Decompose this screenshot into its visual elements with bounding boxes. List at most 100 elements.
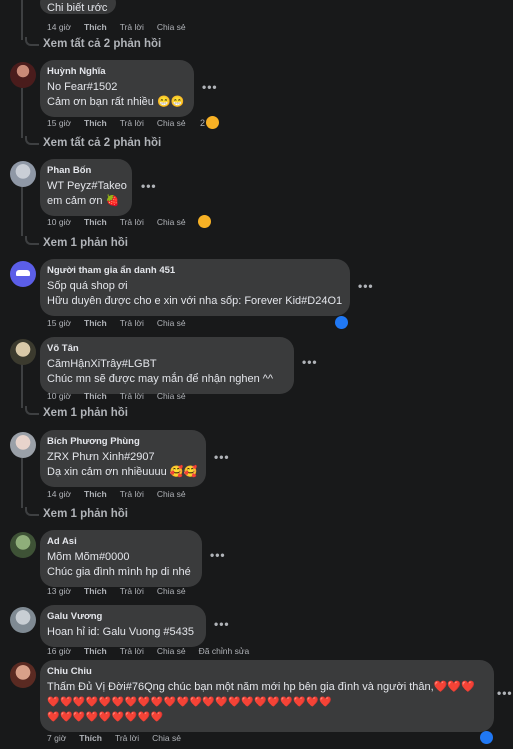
timestamp[interactable]: 7 giờ: [47, 733, 66, 743]
view-replies-link[interactable]: Xem 1 phản hồi: [25, 506, 128, 520]
comment-text: Hữu duyên được cho e xin với nha sốp: Fo…: [47, 295, 343, 307]
thread-line: [21, 186, 23, 236]
comment-text: ZRX Phưn Xinh#2907: [47, 451, 155, 463]
thread-line: [21, 364, 23, 408]
comment-text: Thấm Đủ Vị Đời#76Qng chúc bạn một năm mớ…: [47, 681, 475, 693]
comment-text: CămHậnXiTrây#LGBT: [47, 358, 157, 370]
avatar[interactable]: [10, 62, 36, 88]
comment-text: Chúc gia đình mình hp di nhé: [47, 566, 191, 578]
comment-text: em cảm ơn 🍓: [47, 195, 120, 207]
like-button[interactable]: Thích: [84, 217, 107, 227]
like-button[interactable]: Thích: [84, 22, 107, 32]
more-options-icon[interactable]: •••: [358, 279, 374, 293]
avatar[interactable]: [10, 339, 36, 365]
edited-label: Đã chỉnh sửa: [198, 646, 250, 656]
like-button[interactable]: Thích: [84, 118, 107, 128]
comment-text: Chúc mn sẽ được may mắn để nhận nghen ^^: [47, 373, 274, 385]
share-button[interactable]: Chia sẻ: [157, 391, 186, 401]
view-replies-link[interactable]: Xem 1 phản hồi: [25, 235, 128, 249]
comment-author[interactable]: Bích Phương Phùng: [47, 436, 197, 448]
comment-author[interactable]: Huỳnh Nghĩa: [47, 66, 185, 78]
comment-actions: 7 giờ Thích Trả lời Chia sẻ: [47, 733, 194, 743]
share-button[interactable]: Chia sẻ: [152, 733, 181, 743]
view-replies-link[interactable]: Xem tất cả 2 phản hồi: [25, 36, 161, 50]
share-button[interactable]: Chia sẻ: [157, 118, 186, 128]
comment-actions: 16 giờ Thích Trả lời Chia sẻ Đã chỉnh sử…: [47, 646, 262, 656]
more-options-icon[interactable]: •••: [214, 450, 230, 464]
more-options-icon[interactable]: •••: [141, 179, 157, 193]
comment-text: ❤️❤️❤️❤️❤️❤️❤️❤️❤️❤️❤️❤️❤️❤️❤️❤️❤️❤️❤️❤️…: [47, 697, 332, 708]
comment-actions: 14 giờ Thích Trả lời Chia sẻ: [47, 22, 199, 32]
comment-actions: 10 giờ Thích Trả lời Chia sẻ: [47, 217, 199, 227]
comment-bubble: Võ Tân CămHậnXiTrây#LGBT Chúc mn sẽ được…: [40, 337, 294, 394]
avatar[interactable]: [10, 432, 36, 458]
reply-button[interactable]: Trả lời: [120, 118, 144, 128]
more-options-icon[interactable]: •••: [214, 617, 230, 631]
comment-bubble: Bích Phương Phùng ZRX Phưn Xinh#2907 Dạ …: [40, 430, 206, 487]
comment-author[interactable]: Galu Vương: [47, 611, 197, 623]
reaction-count: 2: [200, 117, 206, 128]
timestamp[interactable]: 15 giờ: [47, 318, 71, 328]
like-button[interactable]: Thích: [84, 318, 107, 328]
comment-actions: 13 giờ Thích Trả lời Chia sẻ: [47, 586, 199, 596]
comment-text: Hoan hỉ id: Galu Vuong #5435: [47, 626, 194, 638]
share-button[interactable]: Chia sẻ: [157, 318, 186, 328]
reply-button[interactable]: Trả lời: [120, 586, 144, 596]
view-replies-link[interactable]: Xem tất cả 2 phản hồi: [25, 135, 161, 149]
reply-hook-icon: [25, 405, 39, 415]
anonymous-avatar-icon[interactable]: [10, 261, 36, 287]
comment-actions: 15 giờ Thích Trả lời Chia sẻ: [47, 118, 199, 128]
avatar[interactable]: [10, 161, 36, 187]
comment-author[interactable]: Phan Bốn: [47, 165, 123, 177]
share-button[interactable]: Chia sẻ: [157, 586, 186, 596]
comment-actions: 14 giờ Thích Trả lời Chia sẻ: [47, 489, 199, 499]
like-button[interactable]: Thích: [84, 391, 107, 401]
comment-author[interactable]: Người tham gia ẩn danh 451: [47, 265, 341, 277]
reply-hook-icon: [25, 135, 39, 145]
laugh-emoji-icon[interactable]: [198, 215, 211, 228]
thread-line: [21, 0, 23, 40]
comment-author[interactable]: Chiu Chiu: [47, 666, 485, 678]
avatar[interactable]: [10, 662, 36, 688]
comment-author[interactable]: Ad Asi: [47, 536, 193, 548]
reply-button[interactable]: Trả lời: [120, 217, 144, 227]
timestamp[interactable]: 13 giờ: [47, 586, 71, 596]
reply-button[interactable]: Trả lời: [120, 22, 144, 32]
more-options-icon[interactable]: •••: [497, 686, 513, 700]
reply-button[interactable]: Trả lời: [120, 489, 144, 499]
share-button[interactable]: Chia sẻ: [157, 217, 186, 227]
reply-button[interactable]: Trả lời: [120, 318, 144, 328]
timestamp[interactable]: 16 giờ: [47, 646, 71, 656]
comment-text: No Fear#1502: [47, 81, 118, 93]
more-options-icon[interactable]: •••: [202, 80, 218, 94]
like-button[interactable]: Thích: [79, 733, 102, 743]
like-button[interactable]: Thích: [84, 586, 107, 596]
like-button[interactable]: Thích: [84, 489, 107, 499]
reply-button[interactable]: Trả lời: [115, 733, 139, 743]
comment-actions: 15 giờ Thích Trả lời Chia sẻ: [47, 318, 199, 328]
reply-button[interactable]: Trả lời: [120, 646, 144, 656]
like-button[interactable]: Thích: [84, 646, 107, 656]
timestamp[interactable]: 10 giờ: [47, 217, 71, 227]
like-reaction-icon[interactable]: [335, 316, 348, 329]
share-button[interactable]: Chia sẻ: [157, 646, 186, 656]
like-reaction-icon[interactable]: [480, 731, 493, 744]
comment-bubble: Phan Bốn WT Peyz#Takeo em cảm ơn 🍓: [40, 159, 132, 216]
timestamp[interactable]: 14 giờ: [47, 22, 71, 32]
view-replies-link[interactable]: Xem 1 phản hồi: [25, 405, 128, 419]
reaction-summary[interactable]: 2: [200, 116, 220, 129]
comment-bubble: Galu Vương Hoan hỉ id: Galu Vuong #5435: [40, 605, 206, 647]
reply-button[interactable]: Trả lời: [120, 391, 144, 401]
thread-line: [21, 88, 23, 138]
more-options-icon[interactable]: •••: [210, 548, 226, 562]
comment-bubble: Người tham gia ẩn danh 451 Sốp quá shop …: [40, 259, 350, 316]
share-button[interactable]: Chia sẻ: [157, 489, 186, 499]
share-button[interactable]: Chia sẻ: [157, 22, 186, 32]
timestamp[interactable]: 15 giờ: [47, 118, 71, 128]
comment-author[interactable]: Võ Tân: [47, 343, 285, 355]
timestamp[interactable]: 14 giờ: [47, 489, 71, 499]
avatar[interactable]: [10, 607, 36, 633]
timestamp[interactable]: 10 giờ: [47, 391, 71, 401]
more-options-icon[interactable]: •••: [302, 355, 318, 369]
avatar[interactable]: [10, 532, 36, 558]
